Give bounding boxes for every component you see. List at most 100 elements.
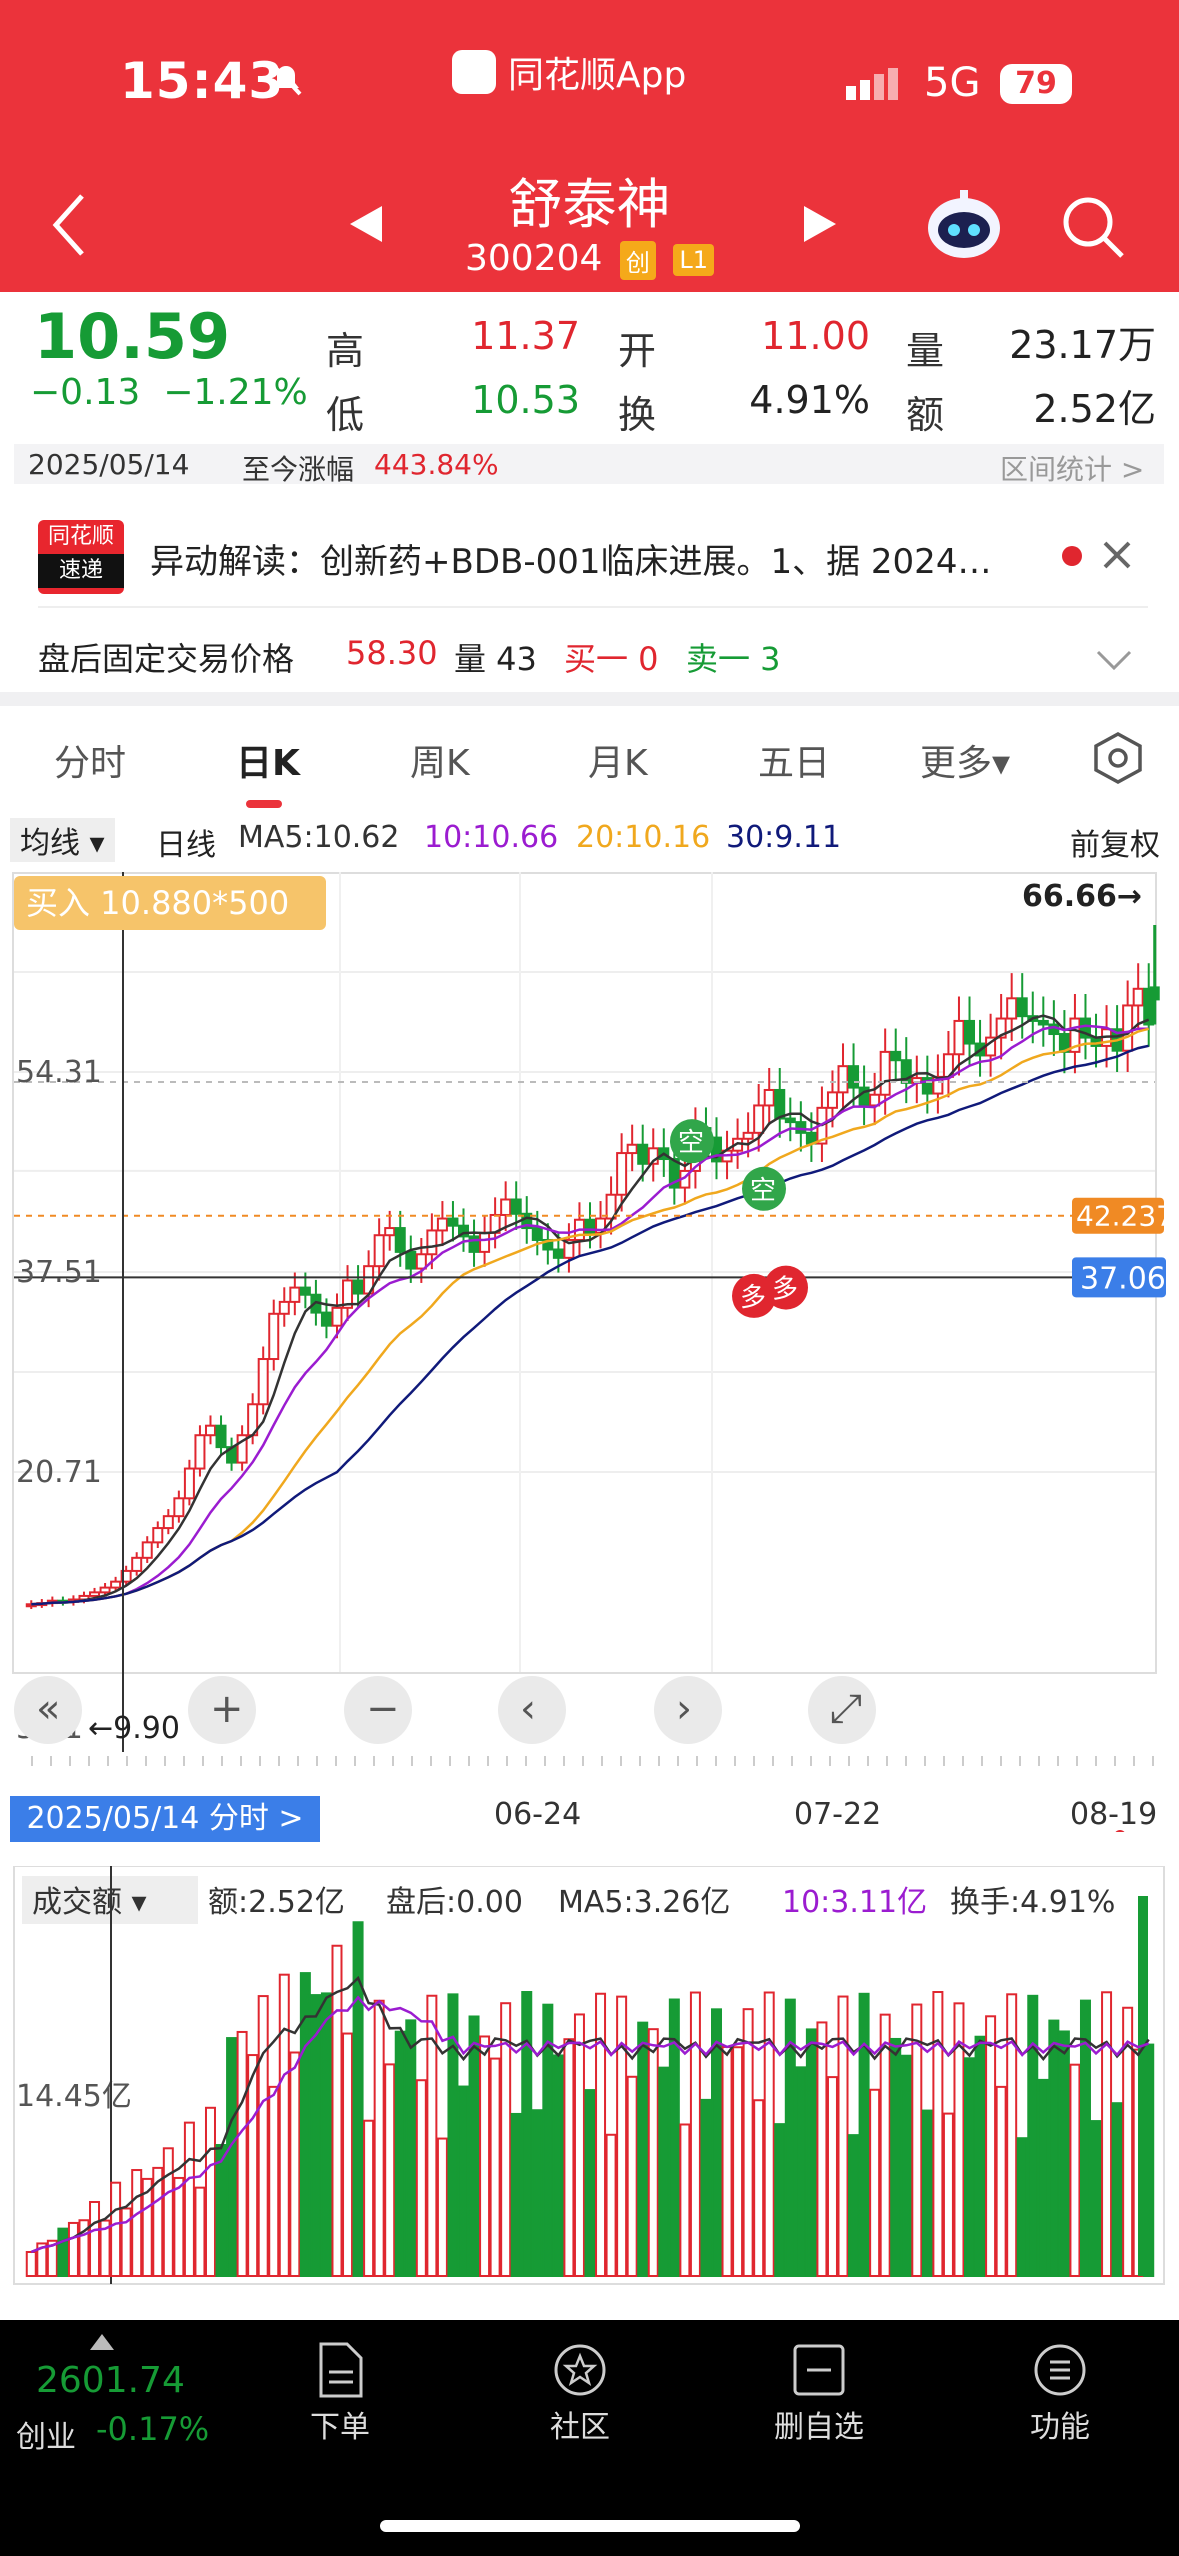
tab-weekly-k[interactable]: 周K: [410, 734, 470, 786]
adjust-mode[interactable]: 前复权: [1070, 820, 1160, 864]
candle-body: [373, 1234, 385, 1268]
candle-body: [1037, 1019, 1049, 1026]
candle-body: [183, 1467, 195, 1500]
level-tag: L1: [673, 244, 714, 276]
candle-body: [110, 1580, 122, 1589]
nav-remove-watchlist[interactable]: 删自选: [764, 2342, 874, 2446]
kline-chart[interactable]: 54.3137.5120.713.91←9.9066.66→买入 10.880*…: [12, 872, 1167, 1832]
volume-bar: [879, 2013, 891, 2277]
candle-body: [1016, 997, 1028, 1018]
volume-bar: [278, 1973, 290, 2277]
volume-bar: [985, 2015, 997, 2277]
volume-bar: [563, 2038, 575, 2277]
volume-bar: [763, 1991, 775, 2277]
volume-turnover: 换手:4.91%: [950, 1885, 1115, 1920]
volume-bar: [1111, 2102, 1123, 2277]
pan-right-icon-glyph: ›: [676, 1686, 692, 1732]
period-tabs: 分时 日K 周K 月K 五日 更多▾: [0, 720, 1179, 810]
volume-bar: [384, 2063, 396, 2277]
volume-bar: [89, 2200, 101, 2278]
index-name: 创业: [16, 2420, 76, 2455]
volume-bar: [110, 2181, 122, 2278]
candle-body: [552, 1248, 564, 1259]
volume-bar: [637, 2021, 649, 2277]
index-change: -0.17%: [96, 2410, 210, 2448]
candle-body: [784, 1117, 796, 1124]
ma20-line: [31, 1027, 1150, 1606]
candle-body: [405, 1250, 417, 1270]
volume-bar: [204, 2106, 216, 2277]
candle-body: [637, 1143, 649, 1165]
volume-bar: [679, 2123, 691, 2277]
candle-body: [99, 1586, 111, 1594]
y-axis-label: 54.31: [16, 1055, 102, 1090]
volume-bar: [531, 2109, 543, 2277]
index-up-arrow-icon: [90, 2334, 114, 2350]
volume-bar: [405, 2019, 417, 2277]
candle-body: [616, 1152, 628, 1196]
volume-bar: [848, 2134, 860, 2277]
volume-amount: 额:2.52亿: [208, 1885, 345, 1920]
volume-after-hours: 盘后:0.00: [386, 1885, 523, 1920]
intraday-date-button[interactable]: 2025/05/14 分时 >: [10, 1796, 320, 1842]
nav-order[interactable]: 下单: [300, 2342, 380, 2446]
low-price-marker: ←9.90: [88, 1711, 180, 1746]
candle-body: [848, 1065, 860, 1089]
candle-body: [162, 1515, 174, 1530]
volume-bar: [816, 2021, 828, 2277]
volume-indicator-select[interactable]: 成交额 ▾: [32, 1885, 147, 1920]
ma-legend: 均线 ▾ 日线 MA5:10.62 10:10.66 20:10.16 30:9…: [0, 814, 1179, 866]
low-label: 低: [326, 393, 365, 437]
candle-body: [837, 1065, 849, 1094]
candle-body: [204, 1424, 216, 1437]
volume-bar: [162, 2147, 174, 2278]
settings-hexagon-icon[interactable]: [1090, 730, 1146, 795]
volume-bar: [468, 2015, 480, 2277]
candle-body: [194, 1434, 206, 1470]
index-value[interactable]: 2601.74: [36, 2360, 185, 2401]
volume-bar: [489, 2057, 501, 2277]
tab-monthly-k[interactable]: 月K: [588, 734, 648, 786]
news-banner[interactable]: 同花顺 速递 异动解读：创新药+BDB-001临床进展。1、据 2024…: [0, 500, 1179, 610]
status-app-indicator[interactable]: 同花顺App: [452, 46, 686, 98]
volume-bar: [584, 2089, 596, 2277]
volume-bar: [605, 2133, 617, 2277]
volume-bar: [795, 2066, 807, 2277]
volume-bar: [247, 2054, 259, 2277]
candle-body: [626, 1143, 638, 1155]
volume-bar: [257, 1995, 269, 2277]
tab-five-day[interactable]: 五日: [758, 734, 830, 786]
collapse-icon-glyph: «: [36, 1686, 60, 1732]
volume-bar: [1138, 1896, 1148, 2276]
mute-icon: [268, 62, 304, 98]
volume-chart[interactable]: 成交额 ▾ 额:2.52亿 盘后:0.00 MA5:3.26亿 10:3.11亿 换手:4…: [12, 1866, 1167, 2286]
volume-bar: [1006, 1993, 1018, 2278]
volume-bar: [268, 2085, 280, 2277]
next-stock-icon[interactable]: [800, 202, 840, 250]
search-icon[interactable]: [1060, 194, 1126, 264]
candle-body: [531, 1227, 543, 1241]
chevron-down-icon[interactable]: [1096, 642, 1132, 680]
pan-left-icon-glyph: ‹: [520, 1686, 536, 1732]
nav-community[interactable]: 社区: [540, 2342, 620, 2446]
after-hours-price: 58.30: [346, 634, 438, 672]
tab-intraday[interactable]: 分时: [54, 734, 126, 786]
order-icon: [319, 2342, 363, 2398]
candle-body: [826, 1091, 838, 1109]
close-icon[interactable]: [1102, 540, 1132, 574]
candle-body: [447, 1217, 459, 1227]
indicator-select[interactable]: 均线 ▾: [10, 818, 115, 862]
range-stats-link[interactable]: 区间统计 >: [1000, 448, 1144, 488]
candle-body: [299, 1286, 311, 1296]
after-hours-row[interactable]: 盘后固定交易价格 58.30 量 43 买一 0 卖一 3: [0, 620, 1179, 692]
tab-daily-k[interactable]: 日K: [236, 734, 300, 786]
volume-bar: [742, 2008, 754, 2277]
x-axis-label: 06-24: [494, 1797, 581, 1832]
tab-more[interactable]: 更多▾: [920, 734, 1010, 786]
volume-bar: [236, 2030, 248, 2277]
nav-functions[interactable]: 功能: [1020, 2342, 1100, 2446]
turnover-value: 4.91%: [749, 378, 870, 422]
candle-body: [500, 1198, 512, 1216]
volume-bar: [1037, 2078, 1049, 2277]
robot-assistant-icon[interactable]: [924, 186, 1004, 266]
